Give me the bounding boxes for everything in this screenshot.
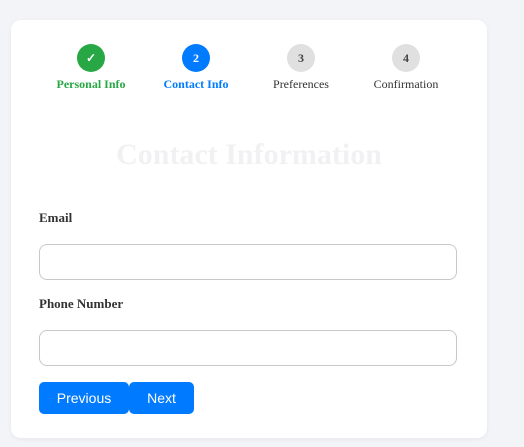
step-number: 2 bbox=[182, 44, 210, 72]
step-contact-info[interactable]: 2 Contact Info bbox=[141, 44, 251, 92]
step-label: Confirmation bbox=[373, 77, 439, 91]
step-confirmation[interactable]: 4 Confirmation bbox=[351, 44, 461, 92]
check-icon: ✓ bbox=[77, 44, 105, 72]
step-number: 3 bbox=[287, 44, 315, 72]
stepper: ✓ Personal Info 2 Contact Info 3 Prefere… bbox=[11, 44, 487, 96]
previous-button[interactable]: Previous bbox=[39, 382, 129, 414]
step-label: Preferences bbox=[273, 77, 329, 91]
step-personal-info[interactable]: ✓ Personal Info bbox=[36, 44, 146, 92]
section-title: Contact Information bbox=[116, 138, 382, 171]
email-label: Email bbox=[39, 210, 73, 225]
phone-field[interactable] bbox=[39, 330, 457, 366]
step-label: Contact Info bbox=[163, 77, 229, 91]
email-field[interactable] bbox=[39, 244, 457, 280]
next-button[interactable]: Next bbox=[129, 382, 194, 414]
step-number: 4 bbox=[392, 44, 420, 72]
phone-label: Phone Number bbox=[39, 296, 124, 311]
form-card: ✓ Personal Info 2 Contact Info 3 Prefere… bbox=[11, 20, 487, 438]
step-label: Personal Info bbox=[56, 77, 126, 91]
step-preferences[interactable]: 3 Preferences bbox=[246, 44, 356, 92]
